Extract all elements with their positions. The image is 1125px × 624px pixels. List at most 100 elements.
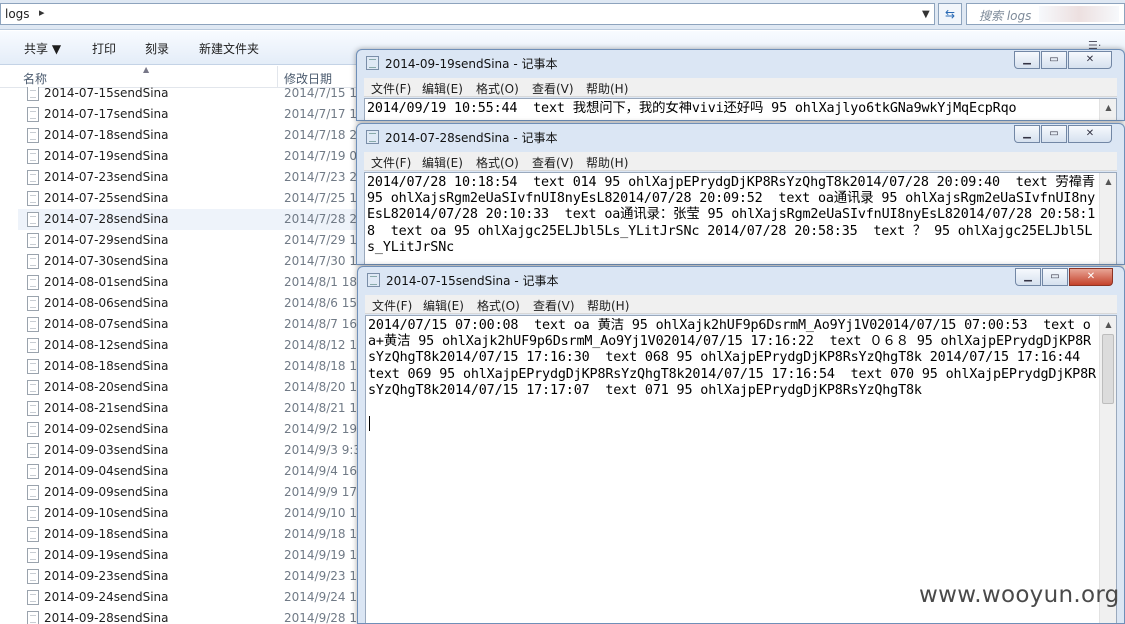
- file-row[interactable]: 2014-07-28sendSina 2014/7/28 2: [18, 209, 360, 230]
- file-row[interactable]: 2014-09-28sendSina 2014/9/28 1: [18, 608, 360, 624]
- file-row[interactable]: 2014-09-04sendSina 2014/9/4 16: [18, 461, 360, 482]
- file-name: 2014-09-02sendSina: [44, 422, 169, 436]
- close-button[interactable]: ✕: [1068, 125, 1112, 143]
- menu-file[interactable]: 文件(F): [371, 80, 411, 97]
- sort-ascending-icon: ▲: [143, 65, 150, 74]
- column-divider[interactable]: [277, 66, 278, 88]
- burn-button[interactable]: 刻录: [145, 40, 169, 57]
- maximize-button[interactable]: ▭: [1041, 51, 1067, 69]
- address-row: logs ▸ ▼ ⇆ 搜索 logs: [0, 0, 1125, 30]
- menu-file[interactable]: 文件(F): [372, 297, 412, 314]
- file-row[interactable]: 2014-07-29sendSina 2014/7/29 1: [18, 230, 360, 251]
- print-button[interactable]: 打印: [92, 40, 116, 57]
- file-row[interactable]: 2014-09-09sendSina 2014/9/9 17: [18, 482, 360, 503]
- new-folder-button[interactable]: 新建文件夹: [199, 40, 259, 57]
- file-row[interactable]: 2014-07-15sendSina 2014/7/15 1: [18, 87, 360, 104]
- file-row[interactable]: 2014-08-12sendSina 2014/8/12 1: [18, 335, 360, 356]
- vertical-scrollbar[interactable]: ▲: [1099, 99, 1116, 120]
- file-row[interactable]: 2014-08-07sendSina 2014/8/7 16: [18, 314, 360, 335]
- title-bar[interactable]: 2014-09-19sendSina - 记事本 ▁ ▭ ✕: [357, 50, 1124, 76]
- text-file-icon: [27, 317, 39, 332]
- file-name: 2014-07-29sendSina: [44, 233, 169, 247]
- file-row[interactable]: 2014-08-21sendSina 2014/8/21 1: [18, 398, 360, 419]
- menu-edit[interactable]: 编辑(E): [422, 154, 463, 171]
- minimize-button[interactable]: ▁: [1015, 268, 1041, 286]
- menu-help[interactable]: 帮助(H): [586, 154, 628, 171]
- text-file-icon: [27, 422, 39, 437]
- menu-view[interactable]: 查看(V): [532, 80, 574, 97]
- close-button[interactable]: ✕: [1069, 268, 1113, 286]
- file-name: 2014-09-09sendSina: [44, 485, 169, 499]
- file-row[interactable]: 2014-08-01sendSina 2014/8/1 18: [18, 272, 360, 293]
- menu-view[interactable]: 查看(V): [533, 297, 575, 314]
- maximize-icon: ▭: [1049, 54, 1059, 65]
- title-bar[interactable]: 2014-07-28sendSina - 记事本 ▁ ▭ ✕: [357, 124, 1124, 150]
- scroll-up-icon[interactable]: ▲: [1100, 173, 1117, 190]
- file-row[interactable]: 2014-08-06sendSina 2014/8/6 15: [18, 293, 360, 314]
- text-file-icon: [27, 170, 39, 185]
- file-row[interactable]: 2014-07-18sendSina 2014/7/18 2: [18, 125, 360, 146]
- text-editor[interactable]: 2014/09/19 10:55:44 text 我想问下，我的女神vivi还好…: [364, 98, 1117, 120]
- file-row[interactable]: 2014-07-17sendSina 2014/7/17 1: [18, 104, 360, 125]
- close-button[interactable]: ✕: [1068, 51, 1112, 69]
- search-input[interactable]: 搜索 logs: [966, 3, 1125, 25]
- file-row[interactable]: 2014-09-10sendSina 2014/9/10 1: [18, 503, 360, 524]
- chevron-down-icon[interactable]: ▼: [922, 9, 930, 20]
- menu-help[interactable]: 帮助(H): [586, 80, 628, 97]
- minimize-button[interactable]: ▁: [1014, 125, 1040, 143]
- menu-edit[interactable]: 编辑(E): [423, 297, 464, 314]
- menu-edit[interactable]: 编辑(E): [422, 80, 463, 97]
- column-date-modified[interactable]: 修改日期: [284, 70, 332, 87]
- file-row[interactable]: 2014-09-18sendSina 2014/9/18 1: [18, 524, 360, 545]
- file-row[interactable]: 2014-07-23sendSina 2014/7/23 2: [18, 167, 360, 188]
- file-row[interactable]: 2014-07-25sendSina 2014/7/25 1: [18, 188, 360, 209]
- menu-format[interactable]: 格式(O): [476, 80, 519, 97]
- file-name: 2014-09-28sendSina: [44, 611, 169, 624]
- minimize-button[interactable]: ▁: [1014, 51, 1040, 69]
- file-row[interactable]: 2014-07-30sendSina 2014/7/30 1: [18, 251, 360, 272]
- file-row[interactable]: 2014-09-23sendSina 2014/9/23 1: [18, 566, 360, 587]
- text-file-icon: [27, 359, 39, 374]
- file-row[interactable]: 2014-09-02sendSina 2014/9/2 19: [18, 419, 360, 440]
- scroll-up-icon[interactable]: ▲: [1100, 316, 1117, 333]
- title-bar[interactable]: 2014-07-15sendSina - 记事本 ▁ ▭ ✕: [358, 267, 1124, 293]
- file-date: 2014/7/17 1: [284, 107, 357, 121]
- close-icon: ✕: [1085, 54, 1095, 65]
- menu-file[interactable]: 文件(F): [371, 154, 411, 171]
- menu-help[interactable]: 帮助(H): [587, 297, 629, 314]
- menu-format[interactable]: 格式(O): [476, 154, 519, 171]
- column-name[interactable]: 名称: [23, 70, 47, 87]
- text-file-icon: [27, 254, 39, 269]
- maximize-button[interactable]: ▭: [1042, 268, 1068, 286]
- file-row[interactable]: 2014-09-19sendSina 2014/9/19 1: [18, 545, 360, 566]
- address-text: logs: [5, 7, 30, 21]
- menu-view[interactable]: 查看(V): [532, 154, 574, 171]
- text-file-icon: [27, 548, 39, 563]
- file-date: 2014/9/2 19: [284, 422, 357, 436]
- file-row[interactable]: 2014-08-18sendSina 2014/8/18 1: [18, 356, 360, 377]
- scroll-thumb[interactable]: [1102, 334, 1114, 404]
- maximize-button[interactable]: ▭: [1041, 125, 1067, 143]
- file-name: 2014-09-03sendSina: [44, 443, 169, 457]
- share-button[interactable]: 共享 ▼: [24, 40, 61, 57]
- text-editor[interactable]: 2014/07/28 10:18:54 text 014 95 ohlXajpE…: [364, 172, 1117, 264]
- address-bar[interactable]: logs ▸ ▼: [0, 3, 935, 25]
- vertical-scrollbar[interactable]: ▲: [1099, 316, 1116, 623]
- menu-format[interactable]: 格式(O): [477, 297, 520, 314]
- refresh-button[interactable]: ⇆: [938, 3, 962, 25]
- scroll-up-icon[interactable]: ▲: [1100, 99, 1117, 116]
- text-editor[interactable]: 2014/07/15 07:00:08 text oa 黄洁 95 ohlXaj…: [365, 315, 1117, 623]
- text-file-icon: [27, 590, 39, 605]
- menu-bar: 文件(F) 编辑(E) 格式(O) 查看(V) 帮助(H): [364, 152, 1117, 171]
- file-date: 2014/9/28 1: [284, 611, 357, 624]
- file-row[interactable]: 2014-07-19sendSina 2014/7/19 0: [18, 146, 360, 167]
- file-row[interactable]: 2014-09-03sendSina 2014/9/3 9:3: [18, 440, 360, 461]
- chevron-right-icon[interactable]: ▸: [39, 6, 45, 19]
- file-row[interactable]: 2014-08-20sendSina 2014/8/20 1: [18, 377, 360, 398]
- editor-content: 2014/07/15 07:00:08 text oa 黄洁 95 ohlXaj…: [368, 318, 1096, 398]
- maximize-icon: ▭: [1050, 271, 1060, 282]
- file-list: 2014-07-15sendSina 2014/7/15 1 2014-07-17s…: [18, 87, 360, 624]
- file-row[interactable]: 2014-09-24sendSina 2014/9/24 1: [18, 587, 360, 608]
- file-name: 2014-07-25sendSina: [44, 191, 169, 205]
- vertical-scrollbar[interactable]: ▲: [1099, 173, 1116, 264]
